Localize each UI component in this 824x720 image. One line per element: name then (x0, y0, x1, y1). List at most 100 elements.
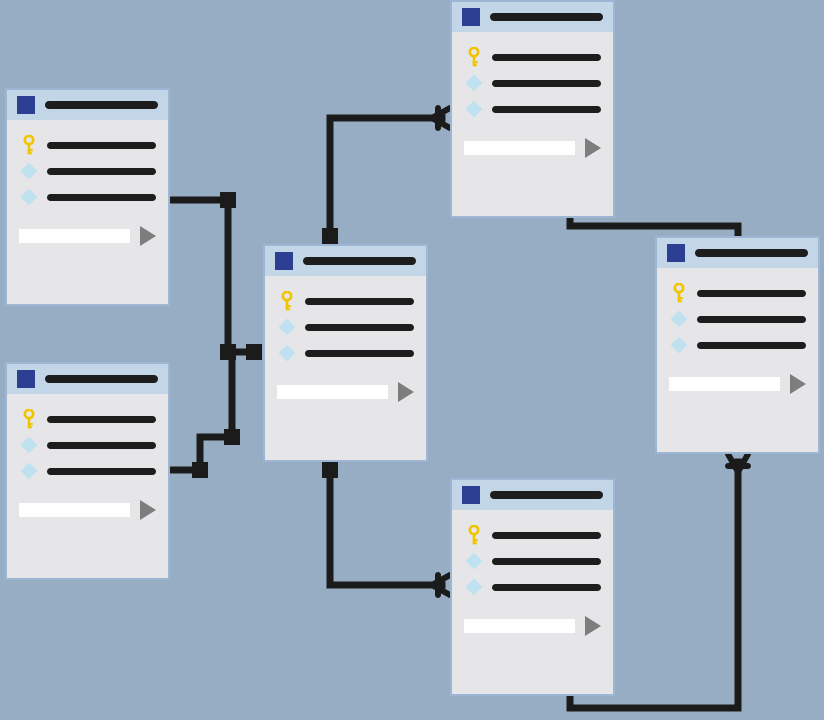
attribute-diamond-icon (21, 163, 38, 180)
node-titlebar (7, 364, 168, 394)
attribute-row (669, 280, 806, 306)
node-footer (7, 494, 168, 530)
attribute-text-placeholder (47, 168, 156, 175)
attribute-row (277, 340, 414, 366)
node-titlebar (452, 2, 613, 32)
attribute-text-placeholder (492, 558, 601, 565)
entity-node (5, 362, 170, 580)
attribute-diamond-icon (466, 579, 483, 596)
node-footer (452, 610, 613, 646)
attribute-text-placeholder (492, 584, 601, 591)
play-icon (140, 500, 156, 520)
title-text-placeholder (695, 249, 808, 257)
attribute-text-placeholder (492, 532, 601, 539)
footer-bar (19, 229, 130, 243)
attribute-text-placeholder (47, 416, 156, 423)
entity-node (655, 236, 820, 454)
attribute-text-placeholder (697, 342, 806, 349)
attribute-row (277, 288, 414, 314)
primary-key-icon (672, 283, 686, 303)
footer-bar (277, 385, 388, 399)
title-square-icon (17, 370, 35, 388)
title-text-placeholder (490, 491, 603, 499)
attribute-text-placeholder (492, 54, 601, 61)
attribute-text-placeholder (305, 298, 414, 305)
primary-key-icon (280, 291, 294, 311)
node-titlebar (7, 90, 168, 120)
attribute-row (464, 44, 601, 70)
attribute-row (464, 96, 601, 122)
node-body (452, 32, 613, 132)
title-text-placeholder (490, 13, 603, 21)
attribute-text-placeholder (47, 142, 156, 149)
node-body (7, 394, 168, 494)
node-footer (657, 368, 818, 404)
attribute-text-placeholder (47, 194, 156, 201)
title-square-icon (462, 486, 480, 504)
attribute-row (19, 158, 156, 184)
attribute-text-placeholder (492, 80, 601, 87)
node-titlebar (265, 246, 426, 276)
title-square-icon (275, 252, 293, 270)
play-icon (585, 616, 601, 636)
attribute-diamond-icon (671, 311, 688, 328)
primary-key-icon (467, 525, 481, 545)
attribute-diamond-icon (466, 553, 483, 570)
play-icon (140, 226, 156, 246)
entity-node (450, 0, 615, 218)
attribute-row (464, 70, 601, 96)
attribute-row (19, 406, 156, 432)
attribute-row (19, 432, 156, 458)
title-text-placeholder (303, 257, 416, 265)
attribute-text-placeholder (697, 290, 806, 297)
node-body (265, 276, 426, 376)
node-footer (265, 376, 426, 412)
footer-bar (669, 377, 780, 391)
title-square-icon (17, 96, 35, 114)
attribute-diamond-icon (279, 345, 296, 362)
attribute-diamond-icon (466, 75, 483, 92)
attribute-diamond-icon (21, 463, 38, 480)
node-titlebar (657, 238, 818, 268)
attribute-diamond-icon (21, 437, 38, 454)
play-icon (398, 382, 414, 402)
title-square-icon (462, 8, 480, 26)
node-body (7, 120, 168, 220)
node-body (452, 510, 613, 610)
attribute-text-placeholder (492, 106, 601, 113)
attribute-diamond-icon (21, 189, 38, 206)
attribute-text-placeholder (305, 324, 414, 331)
attribute-row (464, 522, 601, 548)
footer-bar (464, 141, 575, 155)
attribute-diamond-icon (279, 319, 296, 336)
attribute-diamond-icon (466, 101, 483, 118)
attribute-diamond-icon (671, 337, 688, 354)
entity-node (450, 478, 615, 696)
node-body (657, 268, 818, 368)
attribute-text-placeholder (47, 442, 156, 449)
title-text-placeholder (45, 375, 158, 383)
title-square-icon (667, 244, 685, 262)
attribute-text-placeholder (47, 468, 156, 475)
play-icon (790, 374, 806, 394)
er-diagram-stage (0, 0, 824, 720)
attribute-text-placeholder (697, 316, 806, 323)
primary-key-icon (22, 409, 36, 429)
attribute-row (669, 332, 806, 358)
attribute-row (464, 548, 601, 574)
attribute-row (19, 458, 156, 484)
title-text-placeholder (45, 101, 158, 109)
entity-node (263, 244, 428, 462)
footer-bar (464, 619, 575, 633)
footer-bar (19, 503, 130, 517)
node-titlebar (452, 480, 613, 510)
attribute-row (19, 184, 156, 210)
node-footer (452, 132, 613, 168)
primary-key-icon (22, 135, 36, 155)
attribute-text-placeholder (305, 350, 414, 357)
attribute-row (464, 574, 601, 600)
attribute-row (19, 132, 156, 158)
attribute-row (669, 306, 806, 332)
entity-node (5, 88, 170, 306)
node-footer (7, 220, 168, 256)
